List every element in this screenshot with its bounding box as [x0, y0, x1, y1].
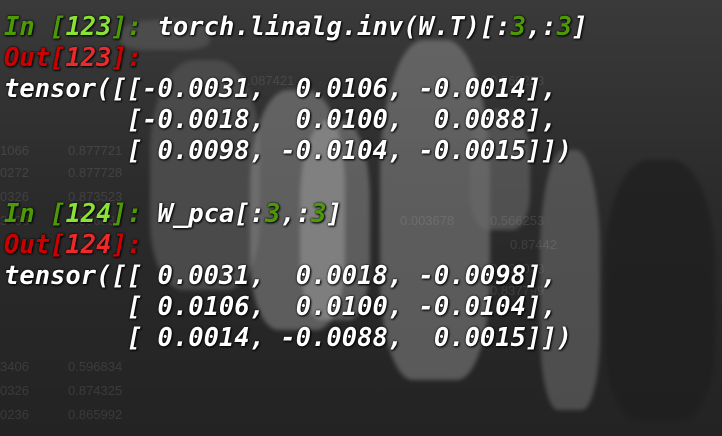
- input-line-123[interactable]: In [123]: torch.linalg.inv(W.T)[:3,:3]: [4, 12, 718, 43]
- output-line: [ 0.0098, -0.0104, -0.0015]]): [4, 136, 573, 166]
- in-prompt: In [124]:: [4, 199, 158, 229]
- out-prompt: Out[124]:: [4, 230, 143, 260]
- output-line: [ 0.0014, -0.0088, 0.0015]]): [4, 323, 573, 353]
- code-text: W_pca[:3,:3]: [157, 199, 342, 229]
- output-line: [ 0.0106, 0.0100, -0.0104],: [4, 292, 557, 322]
- ipython-console: In [123]: torch.linalg.inv(W.T)[:3,:3] O…: [4, 12, 718, 354]
- output-line: tensor([[-0.0031, 0.0106, -0.0014],: [4, 74, 557, 104]
- cell-separator: [4, 167, 718, 199]
- output-line: tensor([[ 0.0031, 0.0018, -0.0098],: [4, 261, 557, 291]
- code-text: torch.linalg.inv(W.T)[:3,:3]: [157, 12, 588, 42]
- out-prompt: Out[123]:: [4, 43, 143, 73]
- in-prompt: In [123]:: [4, 12, 158, 42]
- input-line-124[interactable]: In [124]: W_pca[:3,:3]: [4, 199, 718, 230]
- terminal-window: 1066 0.877721 0272 0.877728 0326 0.87352…: [0, 0, 722, 436]
- output-line: [-0.0018, 0.0100, 0.0088],: [4, 105, 557, 135]
